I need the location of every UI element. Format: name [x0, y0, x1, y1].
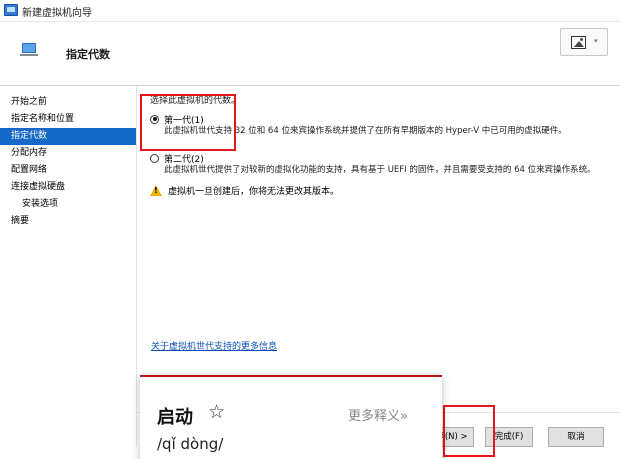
chevron-down-icon: ▾: [594, 37, 598, 45]
warning-icon: [150, 185, 162, 196]
more-definitions-link[interactable]: 更多释义»: [348, 405, 408, 424]
sidebar-item-name-location[interactable]: 指定名称和位置: [0, 111, 136, 128]
warning-row: 虚拟机一旦创建后，你将无法更改其版本。: [150, 184, 610, 197]
sidebar-item-network[interactable]: 配置网络: [0, 162, 136, 179]
popup-pinyin: /qǐ dòng/: [157, 435, 224, 453]
generation-2-description: 此虚拟机世代提供了对较新的虚拟化功能的支持，具有基于 UEFI 的固件，并且需要…: [164, 165, 596, 175]
sidebar-item-virtual-disk[interactable]: 连接虚拟硬盘: [0, 179, 136, 196]
generation-2-option[interactable]: 第二代(2): [150, 151, 610, 165]
wizard-steps-sidebar: 开始之前 指定名称和位置 指定代数 分配内存 配置网络 连接虚拟硬盘 安装选项 …: [0, 87, 137, 447]
annotation-box-next: [443, 405, 495, 457]
sidebar-item-memory[interactable]: 分配内存: [0, 145, 136, 162]
annotation-box-generation: [140, 94, 236, 151]
title-bar: 新建虚拟机向导: [0, 0, 620, 22]
hyperv-vm-icon: [4, 4, 18, 16]
sidebar-item-generation[interactable]: 指定代数: [0, 128, 136, 145]
dictionary-popup: 启动 ☆ 更多释义» /qǐ dòng/: [140, 375, 442, 459]
star-icon[interactable]: ☆: [208, 401, 225, 423]
wizard-header: 指定代数 ▾: [0, 22, 620, 86]
monitor-icon: [20, 43, 38, 56]
header-picture-button[interactable]: ▾: [560, 28, 608, 56]
window-title: 新建虚拟机向导: [22, 8, 92, 19]
warning-text: 虚拟机一旦创建后，你将无法更改其版本。: [168, 187, 340, 197]
sidebar-item-install-options[interactable]: 安装选项: [0, 196, 136, 213]
picture-icon: [571, 36, 586, 49]
generation-2-label[interactable]: 第二代(2): [164, 152, 204, 165]
generation-2-radio[interactable]: [150, 153, 159, 163]
cancel-button[interactable]: 取消: [548, 427, 604, 447]
more-info-link[interactable]: 关于虚拟机世代支持的更多信息: [151, 339, 277, 352]
popup-word: 启动: [157, 407, 193, 428]
sidebar-item-summary[interactable]: 摘要: [0, 213, 136, 230]
sidebar-item-before-you-begin[interactable]: 开始之前: [0, 94, 136, 111]
page-title: 指定代数: [66, 48, 110, 61]
